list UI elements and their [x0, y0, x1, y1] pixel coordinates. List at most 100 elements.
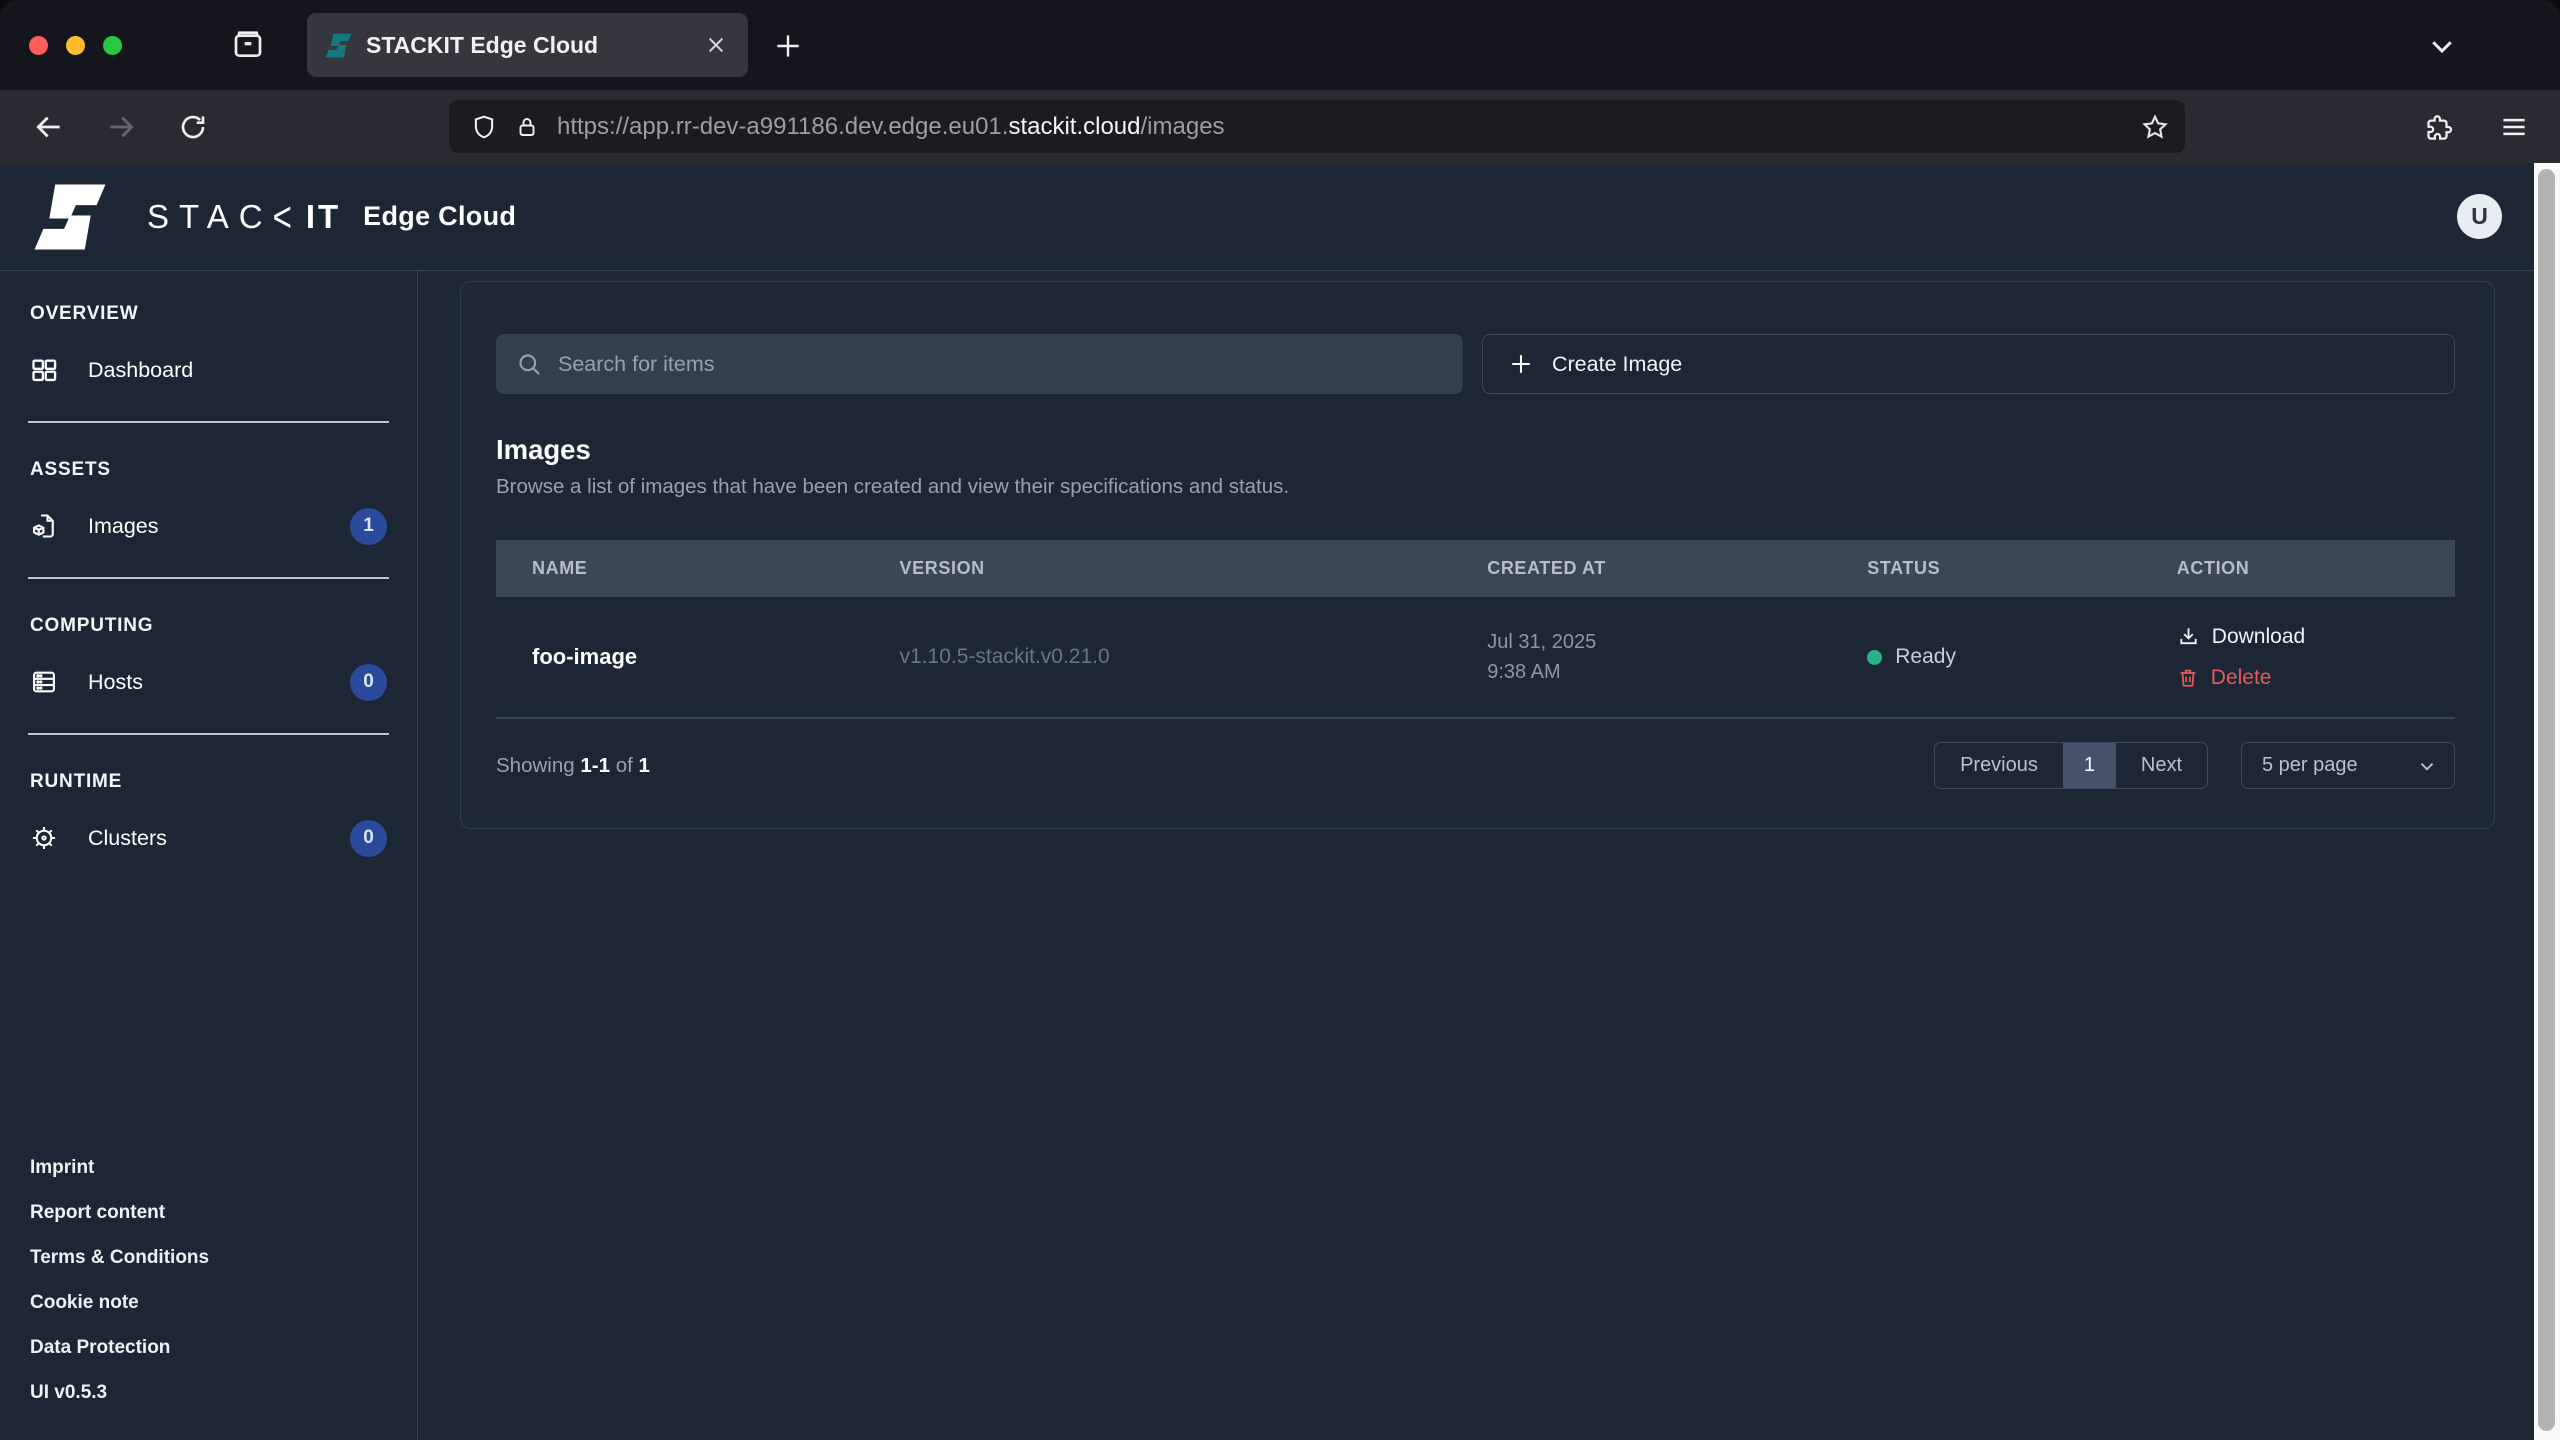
next-page-button[interactable]: Next: [2116, 743, 2207, 788]
chevron-down-icon: [2416, 755, 2438, 777]
hosts-count-badge: 0: [350, 664, 387, 701]
close-window-button[interactable]: [29, 36, 48, 55]
url-text: https://app.rr-dev-a991186.dev.edge.eu01…: [557, 113, 1225, 141]
sidebar-item-label: Dashboard: [88, 358, 193, 383]
row-actions: Download Delete: [2177, 625, 2455, 690]
toolbar-right-icons: [2420, 107, 2534, 147]
bookmark-star-icon[interactable]: [2141, 113, 2169, 141]
search-input[interactable]: [558, 352, 1463, 377]
minimize-window-button[interactable]: [66, 36, 85, 55]
brand-wordmark: STAC<IT: [147, 198, 341, 236]
browser-tab[interactable]: STACKIT Edge Cloud: [307, 13, 748, 77]
download-button[interactable]: Download: [2177, 625, 2305, 649]
footer-link-data-protection[interactable]: Data Protection: [30, 1337, 387, 1359]
sidebar-section-overview: OVERVIEW: [30, 303, 387, 325]
browser-tabbar: STACKIT Edge Cloud: [0, 0, 2560, 90]
browser-window: STACKIT Edge Cloud h: [0, 0, 2560, 1440]
sidebar-item-images[interactable]: Images 1: [0, 495, 417, 557]
ui-version-label: UI v0.5.3: [30, 1382, 387, 1404]
create-image-button[interactable]: Create Image: [1482, 334, 2455, 394]
page-title: Images: [496, 434, 2455, 466]
column-created-at: CREATED AT: [1487, 558, 1867, 579]
sidebar-divider: [28, 421, 389, 423]
sidebar-item-dashboard[interactable]: Dashboard: [0, 339, 417, 401]
sidebar-item-label: Clusters: [88, 826, 167, 851]
per-page-value: 5 per page: [2262, 754, 2358, 777]
user-avatar[interactable]: U: [2457, 194, 2502, 239]
download-icon: [2177, 625, 2200, 648]
app-header: STAC<IT Edge Cloud U: [0, 163, 2560, 271]
trash-icon: [2177, 667, 2199, 689]
footer-link-report-content[interactable]: Report content: [30, 1202, 387, 1224]
stackit-app: STAC<IT Edge Cloud U OVERVIEW Dashboard …: [0, 163, 2560, 1440]
reload-icon[interactable]: [174, 108, 212, 146]
image-version: v1.10.5-stackit.v0.21.0: [900, 645, 1488, 669]
url-bar[interactable]: https://app.rr-dev-a991186.dev.edge.eu01…: [449, 100, 2185, 153]
images-card: Create Image Images Browse a list of ima…: [460, 281, 2495, 829]
list-all-tabs-icon[interactable]: [2420, 27, 2464, 65]
sidebar-section-assets: ASSETS: [30, 459, 387, 481]
column-status: STATUS: [1867, 558, 2177, 579]
menu-hamburger-icon[interactable]: [2494, 107, 2534, 147]
image-name: foo-image: [496, 644, 900, 670]
sidebar-footer: Imprint Report content Terms & Condition…: [0, 1157, 417, 1440]
status-ready-dot: [1867, 650, 1882, 665]
sidebar-section-runtime: RUNTIME: [30, 771, 387, 793]
images-table: NAME VERSION CREATED AT STATUS ACTION fo…: [496, 540, 2455, 719]
per-page-select[interactable]: 5 per page: [2241, 742, 2455, 789]
back-icon[interactable]: [30, 108, 68, 146]
scrollbar-thumb[interactable]: [2538, 169, 2555, 1431]
sidebar-section-computing: COMPUTING: [30, 615, 387, 637]
table-header: NAME VERSION CREATED AT STATUS ACTION: [496, 540, 2455, 597]
footer-link-terms[interactable]: Terms & Conditions: [30, 1247, 387, 1269]
previous-page-button[interactable]: Previous: [1935, 743, 2063, 788]
images-count-badge: 1: [350, 508, 387, 545]
new-tab-button[interactable]: [766, 24, 810, 68]
table-row: foo-image v1.10.5-stackit.v0.21.0 Jul 31…: [496, 597, 2455, 719]
browser-toolbar: https://app.rr-dev-a991186.dev.edge.eu01…: [0, 90, 2560, 163]
zoom-window-button[interactable]: [103, 36, 122, 55]
column-action: ACTION: [2177, 558, 2455, 579]
product-name: Edge Cloud: [363, 201, 516, 232]
shield-icon[interactable]: [471, 113, 497, 141]
delete-button[interactable]: Delete: [2177, 666, 2272, 690]
showing-summary: Showing 1-1 of 1: [496, 754, 650, 778]
page-scrollbar[interactable]: [2534, 163, 2560, 1440]
column-version: VERSION: [900, 558, 1488, 579]
hosts-icon: [30, 668, 58, 696]
pagination: Previous 1 Next: [1934, 742, 2208, 789]
table-footer: Showing 1-1 of 1 Previous 1 Next 5 per p…: [496, 742, 2455, 789]
image-status: Ready: [1867, 645, 2177, 669]
footer-link-cookie-note[interactable]: Cookie note: [30, 1292, 387, 1314]
extensions-puzzle-icon[interactable]: [2420, 107, 2460, 147]
tab-title: STACKIT Edge Cloud: [366, 32, 688, 59]
sidebar-item-hosts[interactable]: Hosts 0: [0, 651, 417, 713]
stackit-favicon: [325, 33, 352, 58]
sidebar-divider: [28, 577, 389, 579]
lock-icon[interactable]: [515, 113, 539, 141]
status-label: Ready: [1895, 645, 1956, 669]
image-created-at: Jul 31, 2025 9:38 AM: [1487, 627, 1867, 687]
search-icon: [516, 351, 543, 378]
sidebar: OVERVIEW Dashboard ASSETS Images 1: [0, 271, 418, 1440]
page-number-1[interactable]: 1: [2063, 743, 2116, 788]
traffic-lights: [29, 36, 122, 55]
create-image-label: Create Image: [1552, 352, 1682, 377]
footer-link-imprint[interactable]: Imprint: [30, 1157, 387, 1179]
dashboard-icon: [30, 356, 58, 384]
clusters-icon: [30, 824, 58, 852]
forward-icon[interactable]: [102, 108, 140, 146]
firefox-view-icon[interactable]: [228, 27, 268, 63]
clusters-count-badge: 0: [350, 820, 387, 857]
main-content: Create Image Images Browse a list of ima…: [418, 271, 2560, 1440]
sidebar-item-label: Images: [88, 514, 159, 539]
sidebar-divider: [28, 733, 389, 735]
search-box[interactable]: [496, 334, 1463, 394]
page-subtitle: Browse a list of images that have been c…: [496, 475, 2455, 499]
images-icon: [30, 512, 58, 540]
tab-close-icon[interactable]: [702, 31, 730, 59]
column-name: NAME: [496, 558, 900, 579]
sidebar-item-label: Hosts: [88, 670, 143, 695]
sidebar-item-clusters[interactable]: Clusters 0: [0, 807, 417, 869]
stackit-logo: [33, 183, 107, 251]
